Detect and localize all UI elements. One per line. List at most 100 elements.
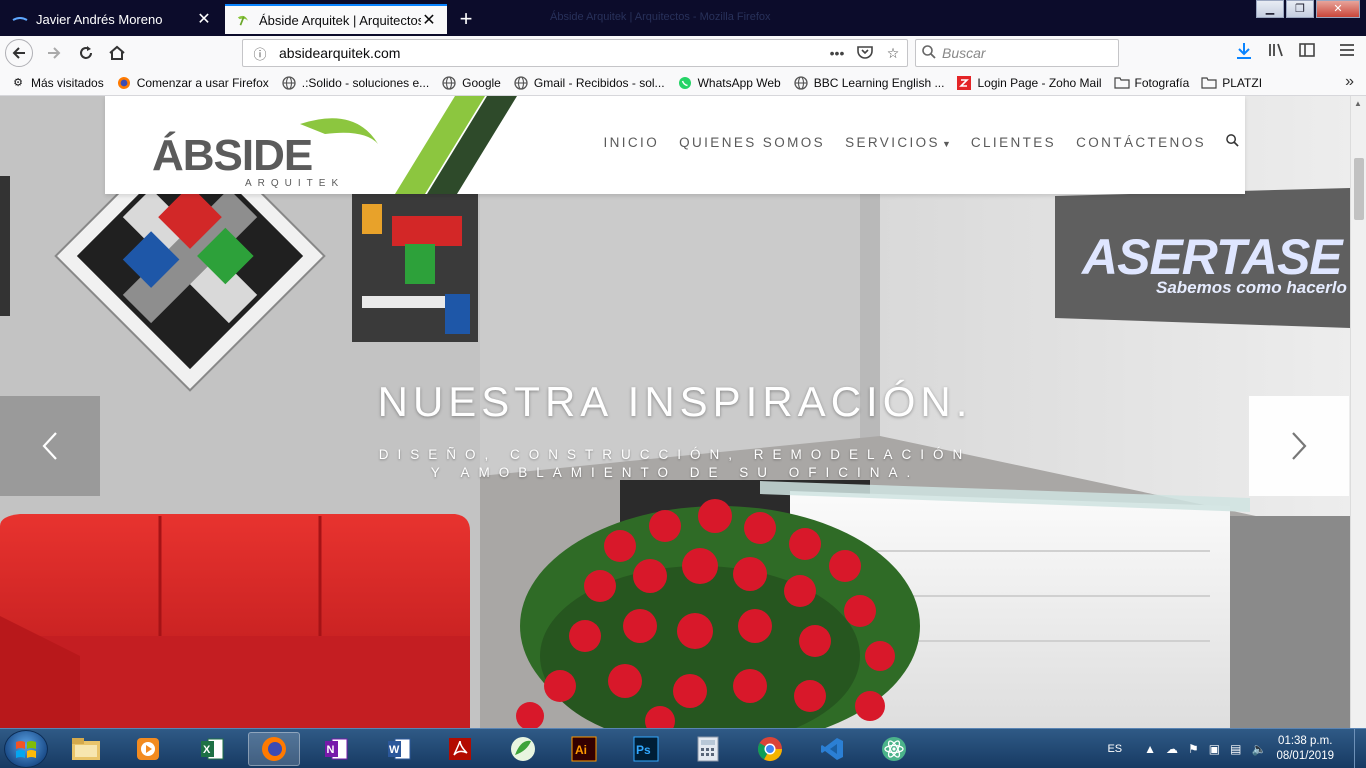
downloads-icon[interactable]: [1233, 42, 1255, 64]
caret-down-icon: ▼: [941, 138, 951, 149]
tray-expand-icon[interactable]: ▲: [1144, 742, 1156, 756]
pocket-shape: [857, 45, 873, 59]
tab-javier-andres-moreno[interactable]: Javier Andrés Moreno ✕: [2, 4, 222, 34]
whatsapp-icon: [677, 75, 693, 91]
taskbar-onenote[interactable]: N: [310, 732, 362, 766]
slider-next-button[interactable]: [1249, 396, 1349, 496]
taskbar-firefox[interactable]: [248, 732, 300, 766]
bookmark-zoho[interactable]: Login Page - Zoho Mail: [956, 75, 1102, 91]
back-button[interactable]: [5, 39, 33, 67]
windows-logo-icon: [16, 741, 36, 758]
pocket-icon[interactable]: [851, 45, 879, 62]
search-placeholder: Buscar: [942, 45, 986, 61]
url-bar[interactable]: ⓘ absidearquitek.com ••• ☆: [242, 39, 908, 67]
page-actions-icon[interactable]: •••: [823, 45, 851, 61]
reload-icon: [80, 46, 92, 59]
hero-subtitle-line-2: Y AMOBLAMIENTO DE SU OFICINA.: [430, 465, 920, 480]
clock-time: 01:38 p.m.: [1278, 735, 1333, 747]
chevron-left-icon: [42, 432, 57, 460]
taskbar-chrome[interactable]: [744, 732, 796, 766]
hero-subtitle-line-1: DISEÑO, CONSTRUCCIÓN, REMODELACIÓN: [378, 447, 972, 462]
nav-servicios-label: SERVICIOS: [845, 134, 940, 150]
nav-inicio[interactable]: INICIO: [603, 135, 659, 150]
nav-contactenos[interactable]: CONTÁCTENOS: [1076, 135, 1206, 150]
taskbar-calculator[interactable]: [682, 732, 734, 766]
sidebar-toggle-icon[interactable]: [1296, 42, 1318, 64]
search-box[interactable]: Buscar: [915, 39, 1119, 67]
bookmark-folder-platzi[interactable]: PLATZI: [1201, 75, 1262, 91]
bookmark-label: .:Solido - soluciones e...: [301, 75, 430, 90]
onedrive-icon[interactable]: ☁: [1166, 742, 1178, 756]
site-info-icon[interactable]: ⓘ: [251, 44, 269, 63]
bookmark-label: Google: [462, 75, 501, 90]
bookmark-gmail[interactable]: Gmail - Recibidos - sol...: [513, 75, 665, 91]
volume-icon[interactable]: 🔈: [1251, 742, 1266, 756]
window-close-button[interactable]: ✕: [1316, 0, 1360, 18]
minimize-button[interactable]: ▁: [1256, 0, 1284, 18]
show-desktop-button[interactable]: [1354, 729, 1366, 768]
clock[interactable]: 01:38 p.m. 08/01/2019: [1276, 734, 1334, 764]
bookmark-mas-visitados[interactable]: ⚙ Más visitados: [10, 75, 104, 91]
main-nav: INICIO QUIENES SOMOS SERVICIOS ▼ CLIENTES…: [603, 134, 1245, 150]
bookmark-label: BBC Learning English ...: [813, 75, 945, 90]
new-tab-button[interactable]: +: [455, 6, 477, 32]
url-text[interactable]: absidearquitek.com: [279, 45, 823, 61]
bookmark-label: Gmail - Recibidos - sol...: [533, 75, 665, 90]
window-title: Ábside Arquitek | Arquitectos - Mozilla …: [550, 11, 771, 23]
folder-icon: [1201, 75, 1217, 91]
taskbar-word[interactable]: W: [373, 732, 425, 766]
bookmark-solido[interactable]: .:Solido - soluciones e...: [281, 75, 429, 91]
taskbar-illustrator[interactable]: Ai: [558, 732, 610, 766]
chevron-right-icon[interactable]: »: [1345, 73, 1354, 91]
scrollbar-thumb[interactable]: [1354, 158, 1364, 220]
logo-stripes: [395, 96, 517, 194]
folder-icon: [72, 738, 100, 760]
forward-button[interactable]: [40, 40, 68, 66]
site-search-icon[interactable]: [1226, 134, 1239, 150]
bookmark-google[interactable]: Google: [441, 75, 501, 91]
hamburger-menu-icon[interactable]: [1336, 42, 1358, 64]
window-controls: ▁ ❐ ✕: [1254, 0, 1360, 18]
leaf-app-icon: [511, 737, 535, 761]
reload-button[interactable]: [72, 40, 100, 66]
taskbar-acrobat[interactable]: [434, 732, 486, 766]
library-icon[interactable]: [1266, 42, 1288, 64]
page-scrollbar[interactable]: ▲: [1350, 96, 1366, 728]
device-icon[interactable]: ▣: [1209, 742, 1220, 756]
slider-prev-button[interactable]: [0, 396, 100, 496]
abside-logo[interactable]: ÁBSIDE ARQUITEK: [150, 114, 390, 188]
taskbar-app-green[interactable]: [497, 732, 549, 766]
taskbar-atom[interactable]: [868, 732, 920, 766]
home-button[interactable]: [103, 40, 131, 66]
scroll-up-icon[interactable]: ▲: [1354, 99, 1362, 108]
network-icon[interactable]: ▤: [1230, 742, 1241, 756]
bookmark-comenzar-firefox[interactable]: Comenzar a usar Firefox: [116, 75, 269, 91]
globe-icon: [793, 75, 809, 91]
close-tab-icon[interactable]: ✕: [196, 9, 212, 29]
nav-quienes-somos[interactable]: QUIENES SOMOS: [679, 135, 825, 150]
start-button[interactable]: [4, 730, 48, 768]
svg-text:W: W: [389, 744, 400, 756]
taskbar-visual-studio[interactable]: [806, 732, 858, 766]
hero-slider: ASERTASE Sabemos como hacerlo ÁBSIDE ARQ…: [0, 96, 1350, 728]
bookmark-folder-fotografia[interactable]: Fotografía: [1113, 75, 1189, 91]
illustrator-icon: Ai: [571, 736, 597, 762]
nav-clientes[interactable]: CLIENTES: [971, 135, 1056, 150]
taskbar-file-explorer[interactable]: [60, 732, 112, 766]
tab-title: Javier Andrés Moreno: [36, 11, 163, 27]
tab-title: Ábside Arquitek | Arquitectos: [259, 12, 421, 28]
bookmark-bbc[interactable]: BBC Learning English ...: [793, 75, 945, 91]
close-tab-icon[interactable]: ✕: [421, 10, 437, 30]
nav-servicios[interactable]: SERVICIOS ▼: [845, 135, 951, 150]
maximize-button[interactable]: ❐: [1286, 0, 1314, 18]
flag-icon[interactable]: ⚑: [1188, 742, 1199, 756]
page-viewport: ASERTASE Sabemos como hacerlo ÁBSIDE ARQ…: [0, 96, 1350, 728]
taskbar-excel[interactable]: X: [186, 732, 238, 766]
bookmark-star-icon[interactable]: ☆: [879, 45, 907, 62]
language-indicator[interactable]: ES: [1107, 743, 1122, 755]
bookmark-whatsapp[interactable]: WhatsApp Web: [677, 75, 781, 91]
taskbar-media-player[interactable]: [122, 732, 174, 766]
tab-abside-arquitek[interactable]: Ábside Arquitek | Arquitectos ✕: [225, 4, 447, 34]
taskbar-photoshop[interactable]: Ps: [620, 732, 672, 766]
site-header: ÁBSIDE ARQUITEK INICIO QUIENES SOMOS SER…: [105, 96, 1245, 194]
